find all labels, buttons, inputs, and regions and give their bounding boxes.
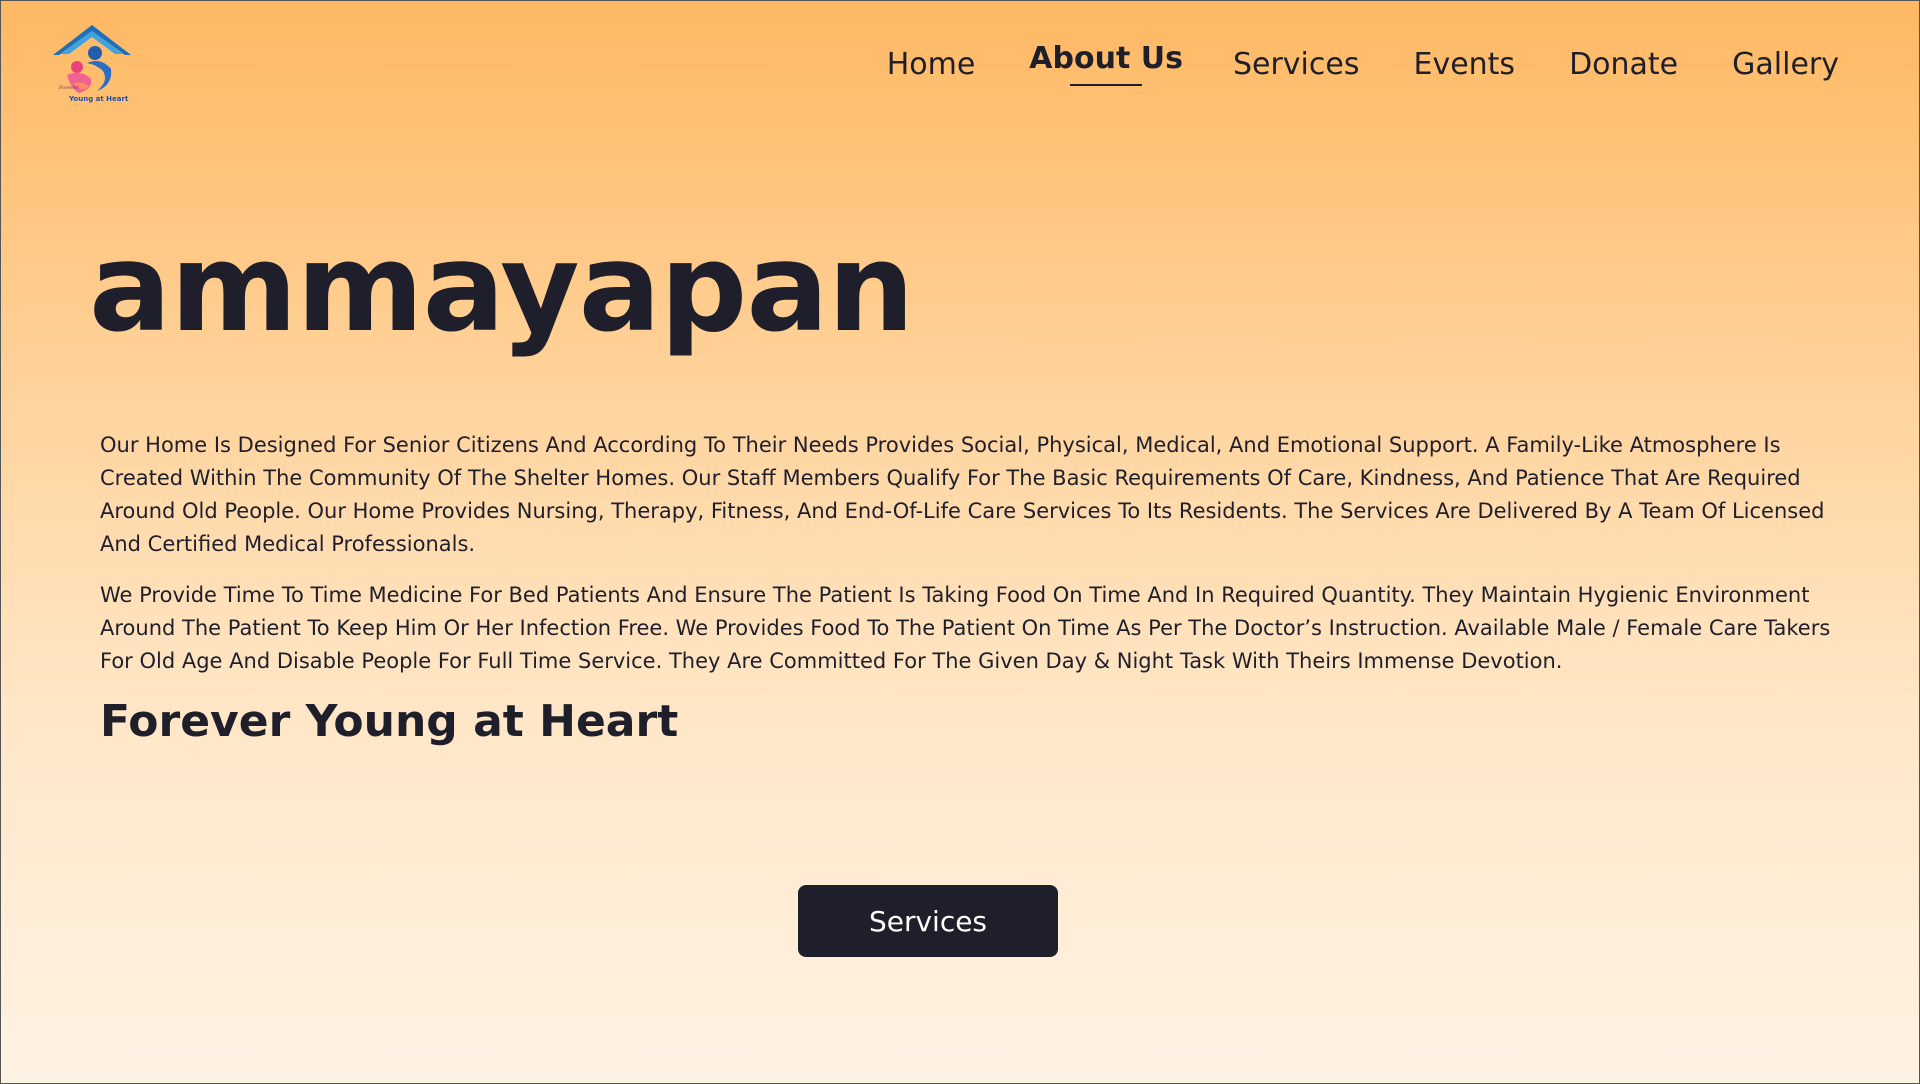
nav-item-home[interactable]: Home [887, 39, 976, 82]
house-family-logo-icon: Forever Young at Heart [53, 25, 131, 103]
svg-text:Young at Heart: Young at Heart [68, 95, 129, 103]
nav-item-label: Donate [1569, 47, 1679, 82]
hero-title: ammayapan [89, 217, 915, 359]
nav-item-services[interactable]: Services [1233, 39, 1360, 82]
page: Forever Young at Heart Home About Us Ser… [0, 0, 1920, 1084]
about-paragraph-2: We Provide Time To Time Medicine For Bed… [100, 583, 1831, 673]
nav-item-events[interactable]: Events [1413, 39, 1515, 82]
nav-item-gallery[interactable]: Gallery [1732, 39, 1839, 82]
about-section: Our Home Is Designed For Senior Citizens… [100, 429, 1852, 749]
nav-item-label: Gallery [1732, 47, 1839, 82]
services-button[interactable]: Services [798, 885, 1058, 957]
nav-item-donate[interactable]: Donate [1569, 39, 1678, 82]
nav-item-label: Home [886, 47, 976, 82]
tagline-heading: Forever Young at Heart [100, 696, 679, 747]
svg-text:Forever: Forever [58, 85, 79, 91]
nav-item-label: Events [1413, 47, 1516, 82]
nav-item-about-us[interactable]: About Us [1029, 39, 1183, 86]
nav-item-label: About Us [1029, 41, 1183, 76]
site-logo[interactable]: Forever Young at Heart [51, 23, 133, 105]
active-indicator [1070, 84, 1143, 86]
nav-item-label: Services [1232, 47, 1360, 82]
about-paragraph-1: Our Home Is Designed For Senior Citizens… [100, 433, 1825, 556]
main-nav: Home About Us Services Events Donate Gal… [887, 39, 1839, 86]
